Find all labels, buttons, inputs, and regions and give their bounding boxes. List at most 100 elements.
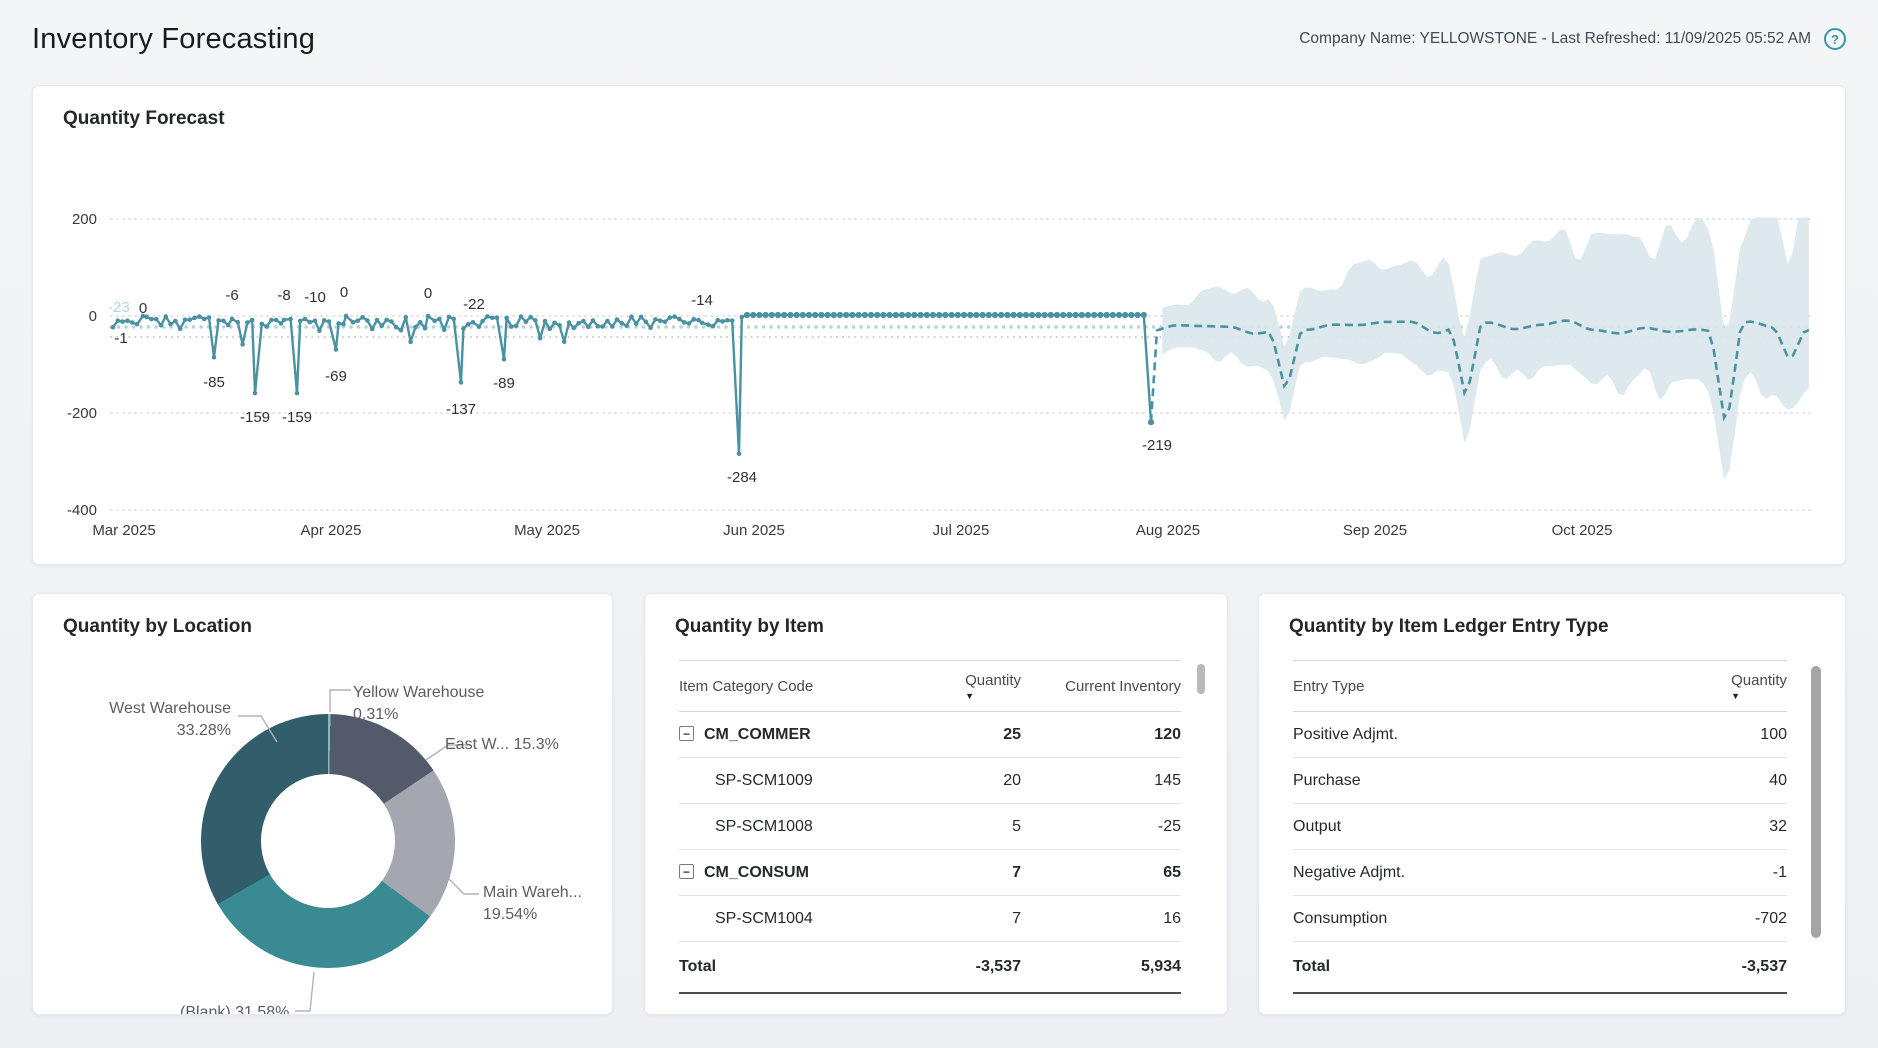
value-cell: 25 <box>931 712 1021 758</box>
data-point <box>596 324 601 329</box>
collapse-icon[interactable]: − <box>679 864 694 879</box>
data-point <box>862 312 868 318</box>
table-row-positive-adjmt-[interactable]: Positive Adjmt.100 <box>1293 712 1787 758</box>
data-point <box>1091 312 1097 318</box>
data-point <box>849 312 855 318</box>
data-point <box>524 319 529 324</box>
company-refresh-text: Company Name: YELLOWSTONE - Last Refresh… <box>1299 30 1811 48</box>
data-point <box>178 327 183 332</box>
data-point <box>356 318 361 323</box>
data-point <box>274 318 279 323</box>
row-label-cell: Consumption <box>1293 896 1625 942</box>
data-point <box>980 312 986 318</box>
data-point <box>250 318 255 323</box>
data-point <box>677 317 682 322</box>
collapse-icon[interactable]: − <box>679 726 694 741</box>
table-row-total[interactable]: Total-3,537 <box>1293 942 1787 993</box>
data-point <box>942 312 948 318</box>
data-point <box>930 312 936 318</box>
data-point <box>375 318 380 323</box>
data-point <box>586 325 591 330</box>
data-point <box>442 327 447 332</box>
point-label: 0 <box>139 300 147 317</box>
data-point <box>253 391 258 396</box>
data-point <box>812 312 818 318</box>
data-point <box>806 312 812 318</box>
data-point <box>399 328 404 333</box>
data-point <box>973 312 979 318</box>
data-point <box>1060 312 1066 318</box>
data-point <box>341 322 346 327</box>
data-point <box>313 319 318 324</box>
data-point <box>207 315 212 320</box>
data-point <box>351 320 356 325</box>
value-cell: 5,934 <box>1021 942 1181 993</box>
confidence-band <box>1162 218 1809 480</box>
data-point <box>880 312 886 318</box>
data-point <box>775 312 781 318</box>
data-point <box>426 314 431 319</box>
data-point <box>600 324 605 329</box>
data-point <box>282 318 287 323</box>
table-row-total[interactable]: Total-3,5375,934 <box>679 942 1181 993</box>
data-point <box>856 312 862 318</box>
data-point <box>173 319 178 324</box>
row-label-cell: Positive Adjmt. <box>1293 712 1625 758</box>
data-point <box>149 317 154 322</box>
data-point <box>893 312 899 318</box>
data-point <box>905 312 911 318</box>
x-tick-label: Oct 2025 <box>1552 522 1613 539</box>
data-point <box>740 315 745 320</box>
table-row-cm-consum[interactable]: −CM_CONSUM765 <box>679 850 1181 896</box>
data-point <box>216 318 221 323</box>
column-header-current-inventory[interactable]: Current Inventory <box>1021 661 1181 712</box>
quantity-forecast-chart[interactable]: 2000-200-400Mar 2025Apr 2025May 2025Jun … <box>33 86 1846 565</box>
data-point <box>720 319 725 324</box>
scrollbar-thumb[interactable] <box>1811 666 1821 938</box>
data-point <box>818 312 824 318</box>
data-point <box>557 323 562 328</box>
data-point <box>576 321 581 326</box>
y-tick-label: -200 <box>67 405 97 422</box>
data-point <box>949 312 955 318</box>
data-point <box>1029 312 1035 318</box>
data-point <box>404 315 409 320</box>
point-label: -159 <box>240 409 270 426</box>
point-label: -159 <box>282 409 312 426</box>
table-row-purchase[interactable]: Purchase40 <box>1293 758 1787 804</box>
table-row-consumption[interactable]: Consumption-702 <box>1293 896 1787 942</box>
data-point <box>986 312 992 318</box>
data-point <box>485 314 490 319</box>
x-tick-label: Mar 2025 <box>92 522 155 539</box>
data-point <box>159 323 164 328</box>
table-row-cm-commer[interactable]: −CM_COMMER25120 <box>679 712 1181 758</box>
data-point <box>787 312 793 318</box>
scrollbar-thumb[interactable] <box>1197 664 1205 694</box>
donut-label--blank-: (Blank) 31.58% <box>180 1002 289 1015</box>
data-point <box>658 318 663 323</box>
table-row-sp-scm1009[interactable]: SP-SCM100920145 <box>679 758 1181 804</box>
data-point <box>711 324 716 329</box>
data-point <box>750 312 756 318</box>
quantity-by-item-card: Quantity by Item Item Category CodeQuant… <box>644 593 1228 1015</box>
help-icon[interactable]: ? <box>1824 28 1846 50</box>
table-row-sp-scm1004[interactable]: SP-SCM1004716 <box>679 896 1181 942</box>
row-label-cell: −CM_COMMER <box>679 712 931 758</box>
data-point <box>1079 312 1085 318</box>
data-point <box>672 314 677 319</box>
table-row-negative-adjmt-[interactable]: Negative Adjmt.-1 <box>1293 850 1787 896</box>
column-header-quantity[interactable]: Quantity▼ <box>931 661 1021 712</box>
data-point <box>471 320 476 325</box>
x-tick-label: Jul 2025 <box>933 522 990 539</box>
column-header-entry-type[interactable]: Entry Type <box>1293 661 1625 712</box>
value-cell: -1 <box>1625 850 1787 896</box>
data-point <box>794 312 800 318</box>
table-row-sp-scm1008[interactable]: SP-SCM10085-25 <box>679 804 1181 850</box>
column-header-quantity[interactable]: Quantity▼ <box>1625 661 1787 712</box>
data-point <box>1035 312 1041 318</box>
quantity-by-ledger-table: Entry TypeQuantity▼Positive Adjmt.100Pur… <box>1293 660 1787 994</box>
table-row-output[interactable]: Output32 <box>1293 804 1787 850</box>
column-header-item-category-code[interactable]: Item Category Code <box>679 661 931 712</box>
location-donut-chart[interactable] <box>201 714 455 968</box>
data-point <box>245 320 250 325</box>
